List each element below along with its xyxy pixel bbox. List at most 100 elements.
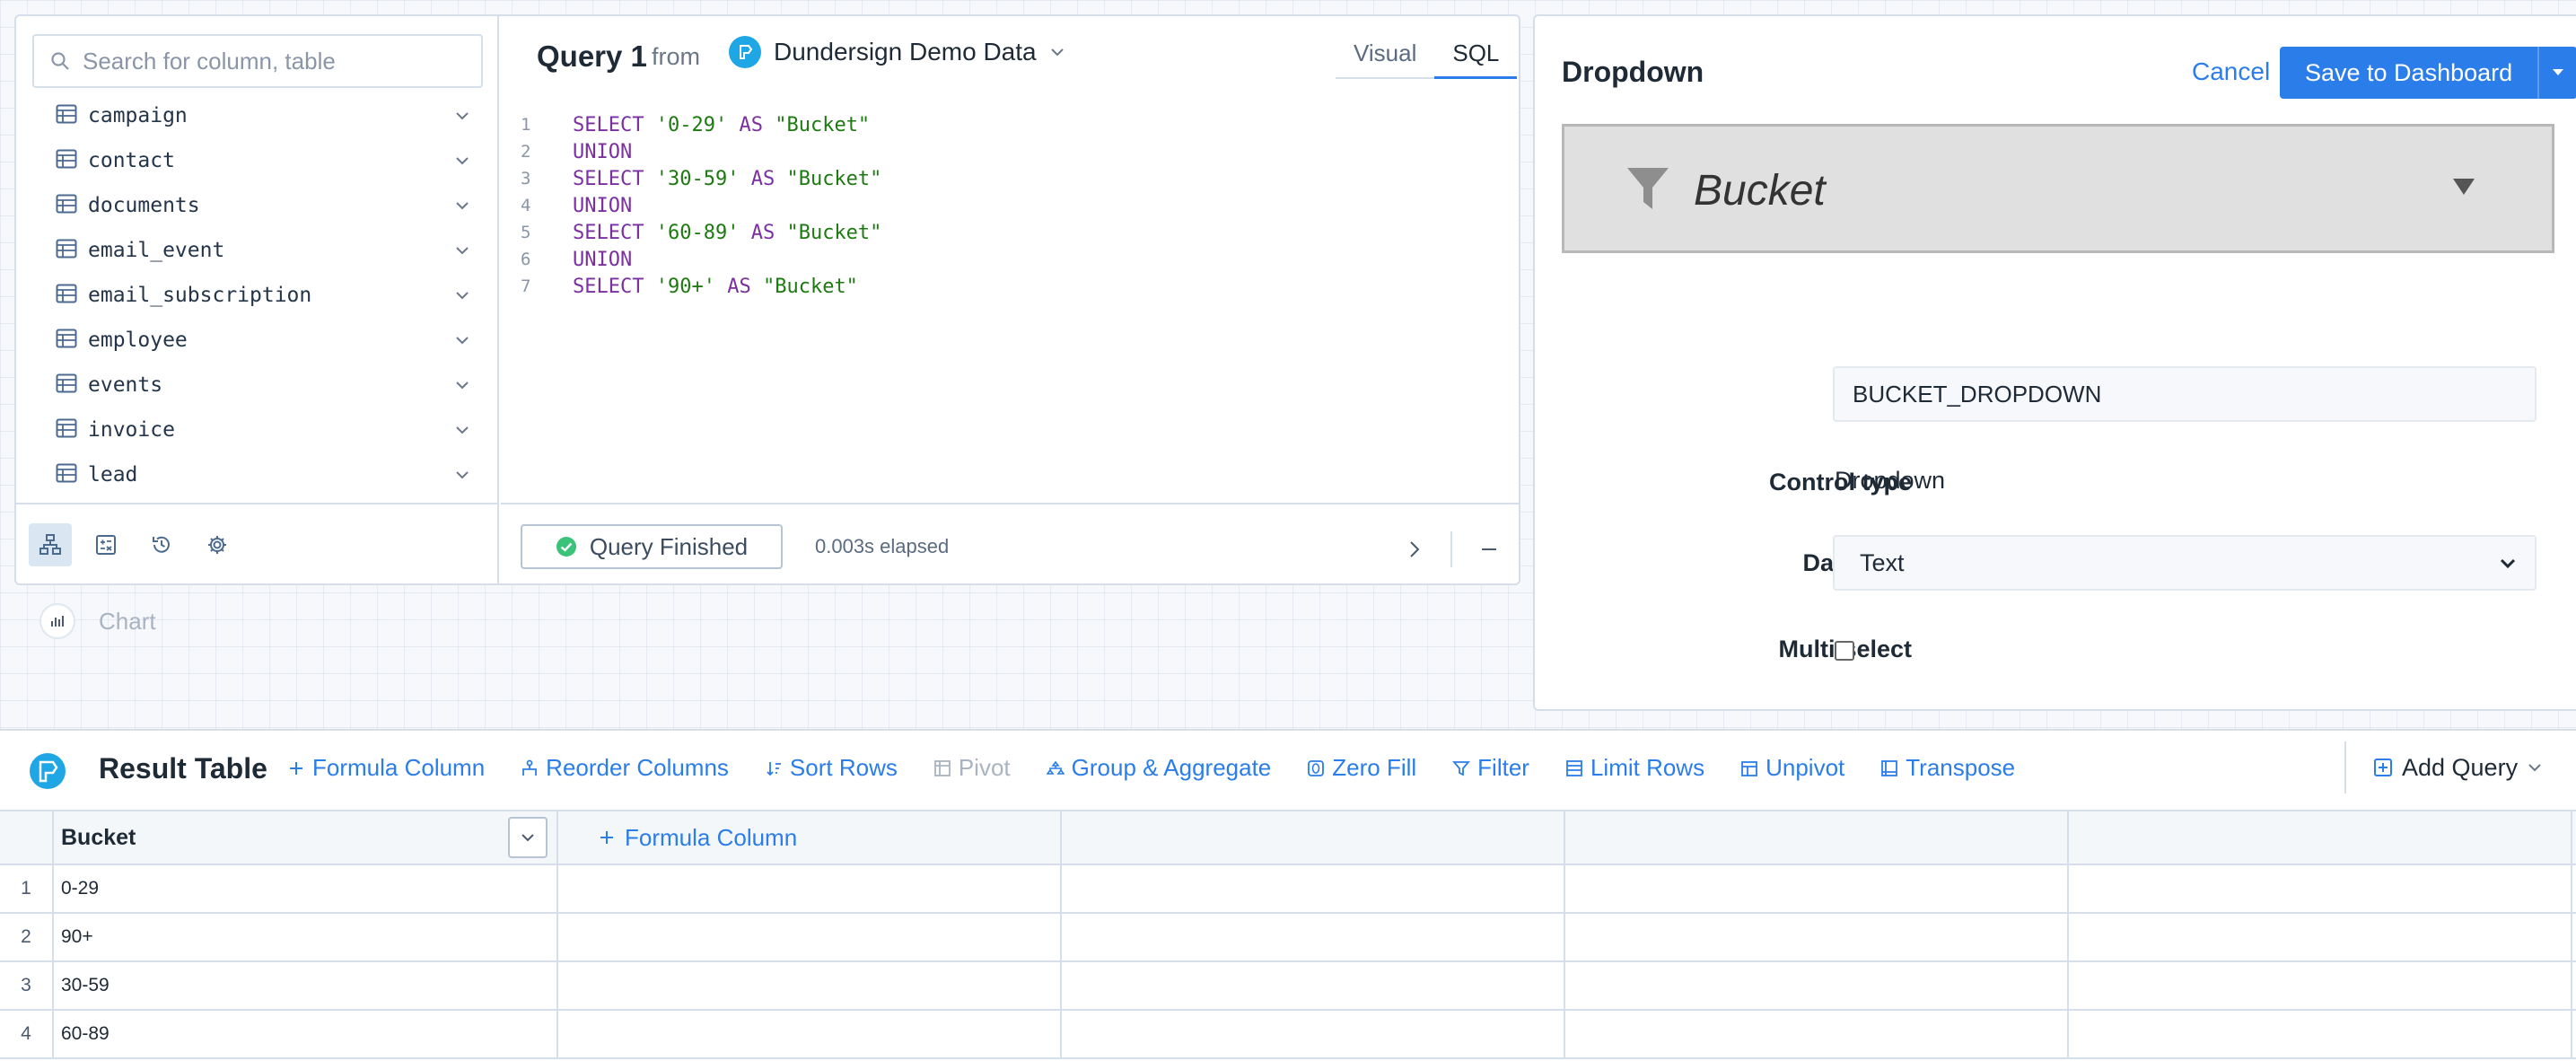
control-name-input[interactable]: BUCKET_DROPDOWN	[1833, 366, 2537, 422]
multi-select-checkbox[interactable]	[1835, 641, 1854, 661]
chevron-down-icon[interactable]	[454, 469, 470, 481]
table-cell[interactable]: 60-89	[54, 1011, 558, 1057]
table-name: documents	[88, 194, 200, 217]
column-menu-button[interactable]	[508, 817, 548, 858]
add-query-button[interactable]: Add Query	[2344, 741, 2543, 794]
dropdown-preview[interactable]: Bucket	[1562, 124, 2554, 253]
result-toolbar: Result Table Formula Column Reorder Colum…	[0, 731, 2576, 810]
action-formula-column-button[interactable]: Formula Column	[287, 754, 485, 782]
table-row: 1 0-29	[0, 865, 2576, 914]
datasource-name: Dundersign Demo Data	[774, 38, 1037, 66]
chevron-down-icon[interactable]	[454, 199, 470, 212]
schema-table-events[interactable]: events	[16, 363, 497, 408]
sql-keyword: AS	[727, 275, 751, 298]
action-filter-button[interactable]: Filter	[1452, 754, 1529, 782]
table-name: contact	[88, 149, 175, 172]
sql-string: '90+'	[655, 275, 715, 298]
chevron-down-icon[interactable]	[454, 379, 470, 391]
column-header-bucket[interactable]: Bucket	[54, 811, 558, 864]
query-status-button[interactable]: Query Finished	[521, 524, 783, 569]
column-header-label: Bucket	[61, 824, 136, 850]
action-label: Reorder Columns	[546, 754, 729, 781]
chevron-down-icon[interactable]	[454, 289, 470, 302]
action-label: Limit Rows	[1590, 754, 1705, 781]
action-reorder-columns-button[interactable]: Reorder Columns	[521, 754, 729, 782]
table-name: events	[88, 373, 163, 397]
dropdown-arrow-icon	[2453, 179, 2475, 195]
action-transpose-button[interactable]: Transpose	[1880, 754, 2015, 782]
schema-browser: Search for column, table campaign contact…	[16, 16, 499, 583]
chevron-right-icon[interactable]	[1406, 539, 1424, 560]
action-zero-fill-button[interactable]: Zero Fill	[1307, 754, 1416, 782]
chevron-down-icon	[2500, 558, 2516, 569]
action-unpivot-button[interactable]: Unpivot	[1740, 754, 1844, 782]
add-formula-column-button[interactable]: Formula Column	[558, 811, 1062, 864]
schema-table-campaign[interactable]: campaign	[16, 93, 497, 138]
table-icon	[56, 463, 77, 483]
action-label: Pivot	[958, 754, 1011, 781]
sql-keyword: SELECT	[573, 113, 644, 136]
editor-mode-tabs: Visual SQL	[1336, 39, 1518, 79]
table-cell[interactable]: 30-59	[54, 962, 558, 1009]
table-header-row: Bucket Formula Column	[0, 810, 2576, 865]
data-type-value: Text	[1860, 548, 1905, 576]
variables-tab-button[interactable]	[84, 523, 127, 566]
chevron-down-icon[interactable]	[454, 424, 470, 436]
zero-fill-icon	[1308, 759, 1325, 776]
sql-code[interactable]: 1 SELECT '0-29' AS "Bucket" 2 UNION 3 SELECT …	[521, 111, 881, 300]
chevron-down-icon[interactable]	[454, 244, 470, 257]
chart-node[interactable]: Chart	[39, 603, 156, 639]
save-button-label[interactable]: Save to Dashboard	[2280, 47, 2537, 99]
schema-table-invoice[interactable]: invoice	[16, 408, 497, 452]
action-pivot-button[interactable]: Pivot	[933, 754, 1011, 782]
tab-visual[interactable]: Visual	[1336, 39, 1434, 77]
cancel-button[interactable]: Cancel	[2192, 57, 2270, 86]
add-formula-column-label: Formula Column	[625, 823, 798, 851]
code-line: 4 UNION	[521, 192, 881, 219]
minimize-icon[interactable]	[1479, 539, 1499, 560]
chevron-down-icon[interactable]	[454, 110, 470, 122]
settings-tab-button[interactable]	[196, 523, 239, 566]
table-icon	[56, 329, 77, 348]
action-label: Transpose	[1906, 754, 2016, 781]
limit-icon	[1566, 759, 1582, 776]
schema-table-employee[interactable]: employee	[16, 318, 497, 363]
control-editor-panel: Dropdown Cancel Save to Dashboard Bucket…	[1533, 14, 2576, 711]
action-limit-rows-button[interactable]: Limit Rows	[1565, 754, 1704, 782]
code-line: 6 UNION	[521, 246, 881, 273]
add-query-icon	[2374, 758, 2392, 776]
schema-table-email-subscription[interactable]: email_subscription	[16, 273, 497, 318]
line-number: 1	[521, 115, 531, 135]
save-options-button[interactable]	[2537, 47, 2576, 99]
schema-table-lead[interactable]: lead	[16, 452, 497, 497]
schema-table-email-event[interactable]: email_event	[16, 228, 497, 273]
editor-footer-controls	[1406, 531, 1499, 567]
sql-keyword: SELECT	[573, 221, 644, 244]
save-to-dashboard-button[interactable]: Save to Dashboard	[2280, 47, 2576, 99]
schema-search-input[interactable]: Search for column, table	[32, 34, 483, 88]
data-type-select[interactable]: Text	[1833, 535, 2537, 591]
schema-tab-button[interactable]	[29, 523, 72, 566]
empty-cell	[1062, 914, 1565, 960]
sql-keyword: SELECT	[573, 167, 644, 190]
sql-keyword: SELECT	[573, 275, 644, 298]
schema-table-documents[interactable]: documents	[16, 183, 497, 228]
history-icon	[153, 536, 170, 553]
action-sort-rows-button[interactable]: Sort Rows	[765, 754, 898, 782]
chevron-down-icon[interactable]	[454, 154, 470, 167]
tab-sql[interactable]: SQL	[1434, 39, 1518, 79]
datasource-select[interactable]: Dundersign Demo Data	[729, 36, 1065, 68]
table-row: 3 30-59	[0, 962, 2576, 1011]
history-tab-button[interactable]	[140, 523, 183, 566]
schema-table-contact[interactable]: contact	[16, 138, 497, 183]
chevron-down-icon[interactable]	[454, 334, 470, 346]
result-actions: Formula Column Reorder Columns Sort Rows Pi…	[287, 754, 2015, 782]
empty-cell	[2069, 1011, 2572, 1057]
table-cell[interactable]: 90+	[54, 914, 558, 960]
query-status-text: Query Finished	[589, 532, 749, 560]
result-table-title: Result Table	[99, 752, 267, 785]
query-title[interactable]: Query 1	[537, 39, 647, 74]
action-group-aggregate-button[interactable]: Group & Aggregate	[1046, 754, 1271, 782]
action-label: Formula Column	[312, 754, 486, 781]
table-cell[interactable]: 0-29	[54, 865, 558, 912]
